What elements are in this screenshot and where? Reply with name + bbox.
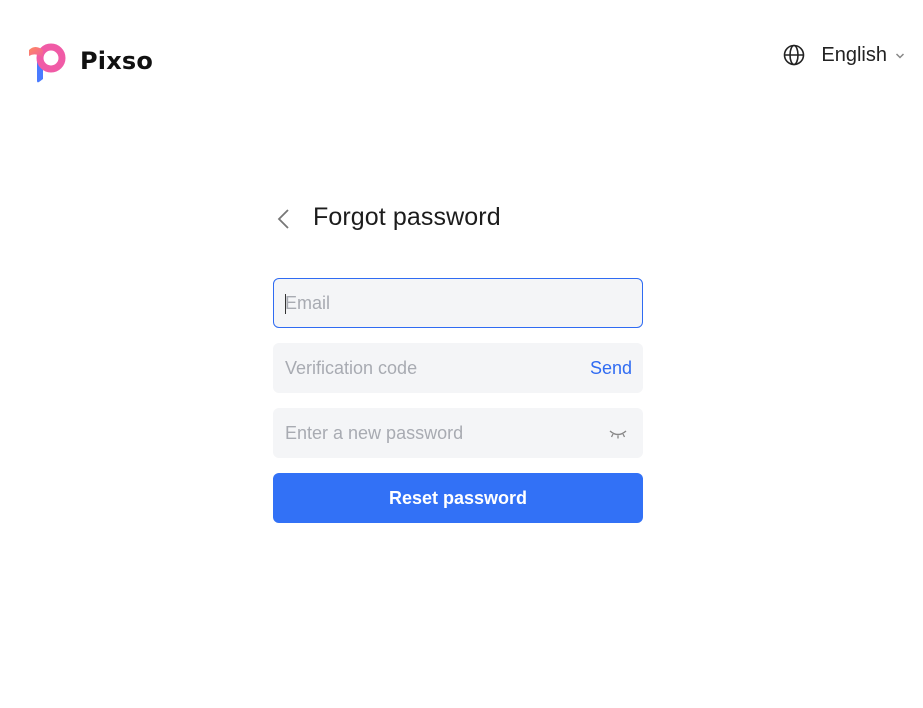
brand-name: Pixso bbox=[80, 47, 154, 75]
chevron-down-icon bbox=[895, 53, 905, 59]
form-header: Forgot password bbox=[273, 202, 643, 236]
verification-code-field-container: Send bbox=[273, 343, 643, 393]
new-password-input[interactable] bbox=[274, 409, 642, 457]
page-title: Forgot password bbox=[313, 203, 501, 231]
language-label: English bbox=[821, 43, 887, 66]
pixso-logo-icon bbox=[29, 43, 66, 83]
language-selector[interactable]: English bbox=[783, 42, 905, 68]
forgot-password-page: Pixso English Forgot password Send bbox=[0, 0, 923, 708]
eye-closed-icon[interactable] bbox=[608, 428, 628, 440]
globe-icon bbox=[784, 44, 805, 66]
email-input[interactable] bbox=[274, 279, 642, 327]
email-field-container bbox=[273, 278, 643, 328]
verification-code-input[interactable] bbox=[274, 344, 642, 392]
new-password-field-container bbox=[273, 408, 643, 458]
reset-password-button[interactable]: Reset password bbox=[273, 473, 643, 523]
text-caret bbox=[285, 294, 286, 314]
brand-logo[interactable]: Pixso bbox=[27, 42, 153, 84]
chevron-left-icon[interactable] bbox=[275, 208, 293, 230]
send-code-button[interactable]: Send bbox=[590, 358, 632, 379]
